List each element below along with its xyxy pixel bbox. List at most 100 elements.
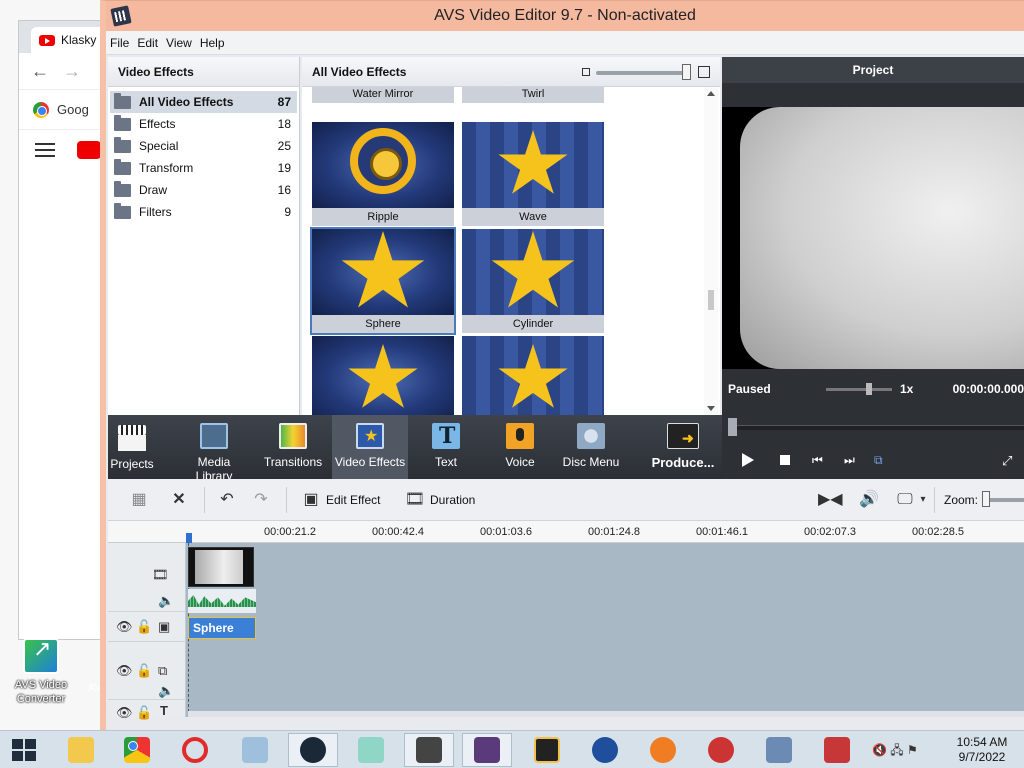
video-clip[interactable]: [188, 547, 254, 587]
storyboard-icon[interactable]: ▦: [128, 491, 150, 509]
duration-film-icon[interactable]: 🎞: [404, 491, 426, 509]
text-button[interactable]: Text: [420, 415, 472, 479]
timeline-scrollbar[interactable]: [188, 711, 1024, 717]
category-filters[interactable]: Filters 9: [110, 201, 297, 223]
taskbar-opera[interactable]: [170, 733, 220, 767]
taskbar-remote-app[interactable]: [812, 733, 862, 767]
lock-icon[interactable]: 🔓: [136, 663, 152, 679]
bookmark-label[interactable]: Goog: [57, 102, 89, 117]
duration-button[interactable]: Duration: [430, 493, 475, 507]
effect-tile[interactable]: [312, 336, 454, 415]
hamburger-menu-icon[interactable]: [35, 142, 55, 157]
taskbar-avs-editor[interactable]: [462, 733, 512, 767]
effect-tile-wave[interactable]: Wave: [462, 122, 604, 226]
preview-screen[interactable]: [722, 107, 1024, 369]
lock-icon[interactable]: 🔓: [136, 619, 152, 635]
forward-arrow-icon[interactable]: →: [63, 61, 81, 82]
speed-slider-handle[interactable]: [866, 383, 872, 395]
taskbar-video-app[interactable]: [522, 733, 572, 767]
system-clock[interactable]: 10:54 AM 9/7/2022: [950, 735, 1014, 765]
taskbar-notes-app[interactable]: [346, 733, 396, 767]
category-transform[interactable]: Transform 19: [110, 157, 297, 179]
browser-window[interactable]: Klasky ← → Goog: [18, 20, 111, 640]
tray-icons[interactable]: 🔇 🖧 ⚑: [872, 741, 918, 762]
browser-tab[interactable]: Klasky: [31, 27, 111, 53]
media-library-button[interactable]: Media Library: [178, 415, 250, 483]
speed-slider[interactable]: [826, 388, 892, 391]
playhead-marker[interactable]: [186, 533, 192, 543]
audio-clip-waveform[interactable]: [188, 589, 256, 613]
start-windows-icon[interactable]: [12, 739, 36, 761]
effect-tile[interactable]: [462, 336, 604, 415]
back-arrow-icon[interactable]: ←: [31, 61, 49, 82]
effect-clip[interactable]: Sphere: [188, 617, 256, 639]
category-effects[interactable]: Effects 18: [110, 113, 297, 135]
youtube-logo-icon[interactable]: [77, 140, 101, 159]
category-label: Transform: [139, 161, 194, 175]
seek-bar-handle[interactable]: [728, 418, 737, 436]
taskbar-steam[interactable]: [288, 733, 338, 767]
stop-icon[interactable]: [780, 455, 790, 465]
menu-edit[interactable]: Edit: [137, 36, 158, 50]
projects-button[interactable]: Projects: [108, 415, 156, 479]
lock-icon[interactable]: 🔓: [136, 705, 152, 721]
taskbar-media-player[interactable]: [580, 733, 630, 767]
audio-mixer-icon[interactable]: 🔊: [858, 491, 880, 509]
edit-effect-button[interactable]: Edit Effect: [326, 493, 380, 507]
voice-button[interactable]: Voice: [494, 415, 546, 479]
play-icon[interactable]: [742, 453, 754, 467]
menu-help[interactable]: Help: [200, 36, 225, 50]
video-effects-button[interactable]: Video Effects: [332, 415, 408, 479]
effect-tile-sphere[interactable]: Sphere: [310, 227, 456, 335]
taskbar-avs-converter[interactable]: [404, 733, 454, 767]
transitions-button[interactable]: Transitions: [260, 415, 326, 479]
eye-icon[interactable]: 👁: [116, 663, 133, 679]
disc-menu-button[interactable]: Disc Menu: [558, 415, 624, 479]
taskbar-audio-app[interactable]: [638, 733, 688, 767]
edit-effect-icon[interactable]: ▣: [300, 491, 322, 509]
taskbar: 🔇 🖧 ⚑ 10:54 AM 9/7/2022: [0, 730, 1024, 768]
seek-bar[interactable]: [730, 425, 1024, 430]
snapshot-icon[interactable]: ⧉: [874, 453, 890, 467]
thumbnail-size-slider[interactable]: [596, 71, 688, 75]
small-thumbnails-icon[interactable]: [582, 68, 590, 76]
menu-view[interactable]: View: [166, 36, 192, 50]
effect-tile-water-mirror[interactable]: Water Mirror: [312, 87, 454, 103]
delete-icon[interactable]: ✕: [168, 491, 190, 509]
split-icon[interactable]: ▶◀: [818, 491, 843, 509]
redo-icon[interactable]: ↷: [250, 491, 272, 509]
effect-tile-ripple[interactable]: Ripple: [312, 122, 454, 226]
taskbar-disc-app[interactable]: [696, 733, 746, 767]
title-bar[interactable]: AVS Video Editor 9.7 - Non-activated: [106, 1, 1024, 31]
zoom-slider[interactable]: [986, 498, 1024, 502]
preview-panel: Project Paused 1x 00:00:00.000: [722, 57, 1024, 415]
category-all-video-effects[interactable]: All Video Effects 87: [110, 91, 297, 113]
zoom-slider-handle[interactable]: [982, 491, 990, 507]
taskbar-monitor-app[interactable]: [230, 733, 280, 767]
eye-icon[interactable]: 👁: [116, 705, 133, 721]
desktop-icon-label-1: AVS Video: [14, 679, 68, 691]
eye-icon[interactable]: 👁: [116, 619, 133, 635]
effect-tile-cylinder[interactable]: Cylinder: [462, 229, 604, 333]
scroll-down-arrow-icon[interactable]: [707, 406, 715, 411]
fullscreen-icon[interactable]: ⤢: [1002, 453, 1018, 468]
undo-icon[interactable]: ↶: [216, 491, 238, 509]
thumbnail-size-slider-handle[interactable]: [682, 64, 691, 80]
desktop-icon-avs-converter[interactable]: AVS Video Converter: [8, 638, 74, 706]
previous-frame-icon[interactable]: ⏮: [812, 453, 828, 467]
scroll-up-arrow-icon[interactable]: [707, 91, 715, 96]
produce-button[interactable]: Produce...: [648, 415, 718, 479]
menu-file[interactable]: File: [110, 36, 129, 50]
chevron-down-icon[interactable]: ▾: [912, 491, 934, 509]
taskbar-tools-app[interactable]: [754, 733, 804, 767]
timeline-ruler[interactable]: 00:00:21.2 00:00:42.4 00:01:03.6 00:01:2…: [108, 521, 1024, 543]
next-frame-icon[interactable]: ⏭: [844, 453, 860, 467]
taskbar-file-explorer[interactable]: [56, 733, 106, 767]
taskbar-chrome[interactable]: [112, 733, 162, 767]
category-special[interactable]: Special 25: [110, 135, 297, 157]
category-draw[interactable]: Draw 16: [110, 179, 297, 201]
effect-tile-twirl[interactable]: Twirl: [462, 87, 604, 103]
large-thumbnails-icon[interactable]: [698, 66, 710, 78]
effects-scrollbar[interactable]: [704, 87, 718, 415]
scrollbar-thumb[interactable]: [708, 290, 714, 310]
